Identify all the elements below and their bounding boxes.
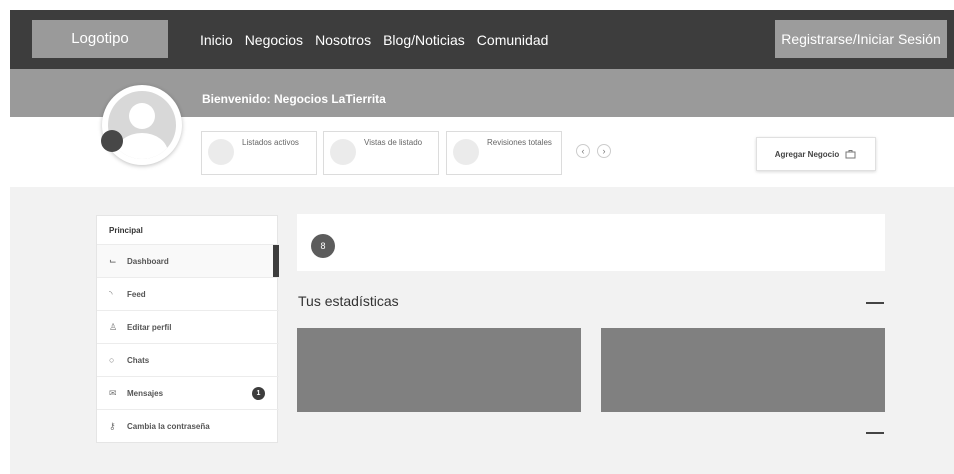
- add-business-button[interactable]: Agregar Negocio: [756, 137, 876, 171]
- briefcase-plus-icon: [845, 150, 856, 159]
- stat-label: Listados activos: [242, 138, 299, 147]
- messages-count-badge: 1: [252, 387, 265, 400]
- collapse-toggle-icon[interactable]: [866, 302, 884, 304]
- sidebar-item-label: Mensajes: [127, 388, 164, 398]
- stat-card-active-listings: Listados activos: [201, 131, 317, 175]
- top-navbar: Logotipo Inicio Negocios Nosotros Blog/N…: [10, 10, 954, 69]
- nav-inicio[interactable]: Inicio: [200, 32, 233, 48]
- sidebar: Principal ⌙ Dashboard ◝ Feed ♙ Editar pe…: [96, 215, 279, 443]
- sidebar-item-label: Dashboard: [127, 256, 169, 266]
- main-nav: Inicio Negocios Nosotros Blog/Noticias C…: [200, 10, 548, 69]
- sidebar-item-label: Cambia la contraseña: [127, 421, 210, 431]
- nav-blog-noticias[interactable]: Blog/Noticias: [383, 32, 465, 48]
- rss-icon: ◝: [109, 289, 113, 299]
- stat-circle-icon: [453, 139, 479, 165]
- sidebar-item-label: Editar perfil: [127, 322, 172, 332]
- sidebar-item-feed[interactable]: ◝ Feed: [97, 277, 279, 310]
- user-edit-icon: ♙: [109, 322, 118, 332]
- stat-card-listing-views: Vistas de listado: [323, 131, 439, 175]
- stat-circle-icon: [208, 139, 234, 165]
- chat-icon: ○: [109, 355, 115, 365]
- prev-arrow-button[interactable]: ‹: [576, 144, 590, 158]
- sidebar-item-chats[interactable]: ○ Chats: [97, 343, 279, 376]
- nav-negocios[interactable]: Negocios: [245, 32, 303, 48]
- add-business-label: Agregar Negocio: [774, 149, 840, 159]
- stat-card-total-reviews: Revisiones totales: [446, 131, 562, 175]
- stats-heading: Tus estadísticas: [298, 293, 399, 309]
- sidebar-item-label: Chats: [127, 355, 150, 365]
- sidebar-item-dashboard[interactable]: ⌙ Dashboard: [97, 244, 279, 278]
- logo-button[interactable]: Logotipo: [32, 20, 168, 58]
- stats-box-right: [601, 328, 885, 412]
- stat-circle-icon: [330, 139, 356, 165]
- nav-nosotros[interactable]: Nosotros: [315, 32, 371, 48]
- sidebar-item-change-password[interactable]: ⚷ Cambia la contraseña: [97, 409, 279, 442]
- key-icon: ⚷: [109, 421, 116, 431]
- collapse-toggle-icon-secondary[interactable]: [866, 432, 884, 434]
- register-login-button[interactable]: Registrarse/Iniciar Sesión: [775, 20, 947, 58]
- sidebar-item-edit-profile[interactable]: ♙ Editar perfil: [97, 310, 279, 343]
- stat-label: Revisiones totales: [487, 138, 552, 147]
- active-indicator: [273, 245, 279, 278]
- welcome-text: Bienvenido: Negocios LaTierrita: [202, 92, 386, 106]
- stat-label: Vistas de listado: [364, 138, 423, 147]
- sidebar-title: Principal: [109, 226, 143, 235]
- mail-icon: ✉: [109, 388, 117, 398]
- dashboard-panel: 8: [297, 214, 885, 271]
- chart-icon: ⌙: [109, 256, 117, 266]
- sidebar-item-messages[interactable]: ✉ Mensajes 1: [97, 376, 279, 409]
- nav-comunidad[interactable]: Comunidad: [477, 32, 549, 48]
- panel-icon: 8: [311, 234, 335, 258]
- next-arrow-button[interactable]: ›: [597, 144, 611, 158]
- avatar-status-dot: [101, 130, 123, 152]
- stats-box-left: [297, 328, 581, 412]
- sidebar-item-label: Feed: [127, 289, 146, 299]
- avatar[interactable]: [102, 85, 182, 165]
